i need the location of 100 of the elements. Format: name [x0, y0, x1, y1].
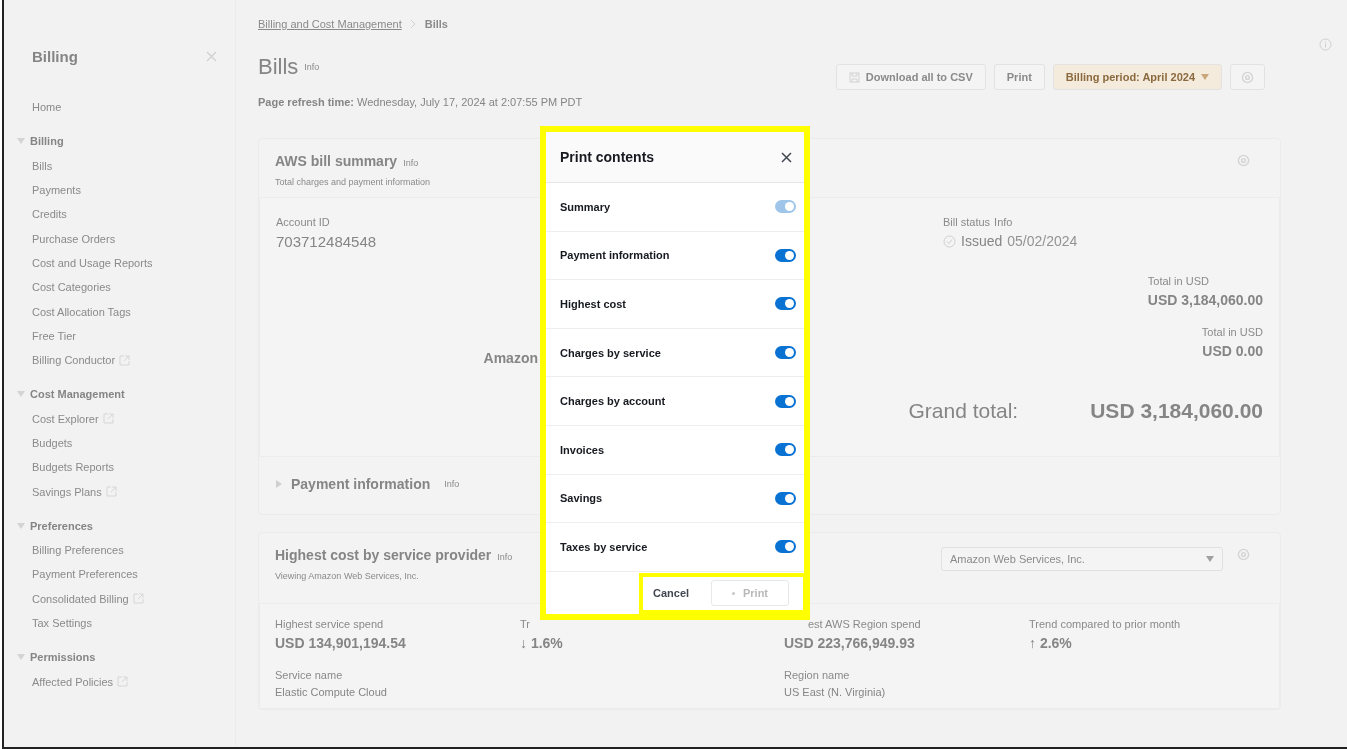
metric-label: Trend compared to prior month [1029, 618, 1181, 630]
nav-link[interactable]: Savings Plans [32, 479, 235, 504]
nav-link[interactable]: Billing Preferences [32, 538, 235, 563]
option-label: Summary [560, 200, 611, 213]
section-heading: Permissions [30, 651, 96, 664]
toggle-switch[interactable] [775, 540, 796, 554]
field-label: Total in USD [1201, 326, 1263, 338]
card-subtitle: Total charges and payment information [275, 177, 431, 187]
info-link[interactable]: Info [403, 158, 419, 168]
dialog-title: Print contents [560, 149, 655, 165]
bill-status: Issued [961, 233, 1003, 249]
cancel-button[interactable]: Cancel [647, 586, 696, 601]
dot-icon [731, 591, 735, 595]
metric-label: Highest service spend [275, 618, 384, 630]
total-amount: USD 0.00 [1202, 343, 1263, 359]
caret-down-icon [17, 390, 25, 399]
option-label: Taxes by service [560, 540, 648, 553]
nav-link[interactable]: Cost Explorer [32, 406, 235, 431]
metric-label: Service name [275, 669, 343, 681]
breadcrumb-link[interactable]: Billing and Cost Management [258, 18, 402, 30]
info-link[interactable]: Info [304, 62, 320, 72]
nav-link[interactable]: Free Tier [32, 323, 235, 348]
total-amount: USD 3,184,060.00 [1147, 292, 1263, 308]
bill-date: 05/02/2024 [1007, 233, 1078, 249]
breadcrumb-link[interactable]: Bills [424, 18, 448, 30]
caret-down-icon [1206, 556, 1214, 562]
metric-label: est AWS Region spend [808, 618, 921, 630]
caret-down-icon [1201, 74, 1209, 80]
section-heading: Preferences [30, 519, 93, 532]
nav-link[interactable]: Budgets [32, 430, 235, 456]
nav-link[interactable]: Billing Conductor [32, 347, 235, 373]
metric-value: ↓ 1.6% [520, 635, 564, 651]
grand-total-amount: USD 3,184,060.00 [1090, 399, 1263, 424]
option-label: Charges by account [560, 395, 666, 408]
sidebar-title: Billing [32, 48, 78, 65]
nav-link[interactable]: Affected Policies [32, 669, 235, 694]
caret-down-icon [17, 653, 25, 662]
print-button[interactable]: Print [993, 64, 1045, 90]
metric-value: Elastic Compute Cloud [275, 686, 388, 698]
nav-link[interactable]: Tax Settings [32, 610, 235, 636]
toggle-switch[interactable] [775, 491, 796, 505]
provider-name: Amazon [483, 350, 538, 366]
nav-link[interactable]: Payments [32, 177, 235, 203]
card-subtitle: Viewing Amazon Web Services, Inc. [275, 571, 420, 581]
card-title: AWS bill summary [275, 153, 398, 169]
refresh-time: Page refresh time: Wednesday, July 17, 2024 at 2:07:55 PM PDT [258, 96, 584, 108]
nav-link[interactable]: Purchase Orders [32, 226, 235, 251]
nav-link[interactable]: Home [32, 95, 235, 120]
nav-link[interactable]: Cost Categories [32, 275, 235, 300]
info-link[interactable]: Info [994, 216, 1013, 228]
external-link-icon [132, 593, 144, 605]
toggle-switch[interactable] [775, 443, 796, 457]
field-label: Bill status [943, 216, 991, 228]
check-circle-icon [943, 234, 956, 248]
toggle-switch[interactable] [775, 248, 796, 262]
field-label: Total in USD [1147, 275, 1209, 287]
metric-value: US East (N. Virginia) [784, 686, 887, 698]
nav-link[interactable]: Consolidated Billing [32, 586, 235, 611]
nav-link[interactable]: Bills [32, 153, 235, 178]
toggle-switch[interactable] [775, 394, 796, 408]
nav-link[interactable]: Cost Allocation Tags [32, 299, 235, 324]
nav-link[interactable]: Cost and Usage Reports [32, 250, 235, 276]
external-link-icon [117, 676, 129, 688]
field-label: Account ID [276, 216, 330, 228]
grand-total-label: Grand total: [908, 399, 1019, 424]
caret-down-icon [17, 137, 25, 146]
option-label: Payment information [560, 249, 670, 262]
nav-link[interactable]: Payment Preferences [32, 562, 235, 587]
metric-value: USD 223,766,949.93 [784, 635, 916, 651]
section-heading: Cost Management [30, 388, 125, 401]
close-icon[interactable] [781, 151, 792, 163]
info-link[interactable]: Info [444, 479, 460, 489]
metric-value: ↑ 2.6% [1029, 635, 1073, 651]
chevron-right-icon [409, 19, 417, 29]
card-title: Highest cost by service provider [275, 547, 492, 563]
option-label: Invoices [560, 443, 605, 456]
external-link-icon [119, 354, 131, 366]
nav-link[interactable]: Credits [32, 202, 235, 227]
info-icon [1318, 38, 1332, 51]
payment-information-toggle[interactable]: Payment information [291, 476, 431, 492]
option-label: Charges by service [560, 346, 661, 359]
info-link[interactable]: Info [497, 552, 513, 562]
toggle-switch[interactable] [775, 346, 796, 360]
metric-label: Region name [784, 669, 850, 681]
external-link-icon [105, 486, 117, 498]
section-heading: Billing [30, 135, 64, 148]
metric-value: USD 134,901,194.54 [275, 635, 407, 651]
caret-down-icon [17, 521, 25, 530]
option-label: Highest cost [560, 298, 626, 310]
account-id: 703712484548 [276, 233, 378, 250]
nav-link[interactable]: Budgets Reports [32, 455, 235, 480]
page-title: Bills [258, 54, 299, 80]
download-button[interactable]: Download all to CSV [835, 64, 986, 90]
caret-right-icon [275, 480, 283, 488]
toggle-switch[interactable] [775, 297, 796, 311]
billing-period-dropdown[interactable]: Billing period: April 2024 [1052, 64, 1222, 90]
provider-select[interactable]: Amazon Web Services, Inc. [941, 547, 1223, 571]
external-link-icon [102, 413, 114, 425]
metric-label: Tr [520, 618, 530, 630]
download-icon [848, 71, 860, 83]
